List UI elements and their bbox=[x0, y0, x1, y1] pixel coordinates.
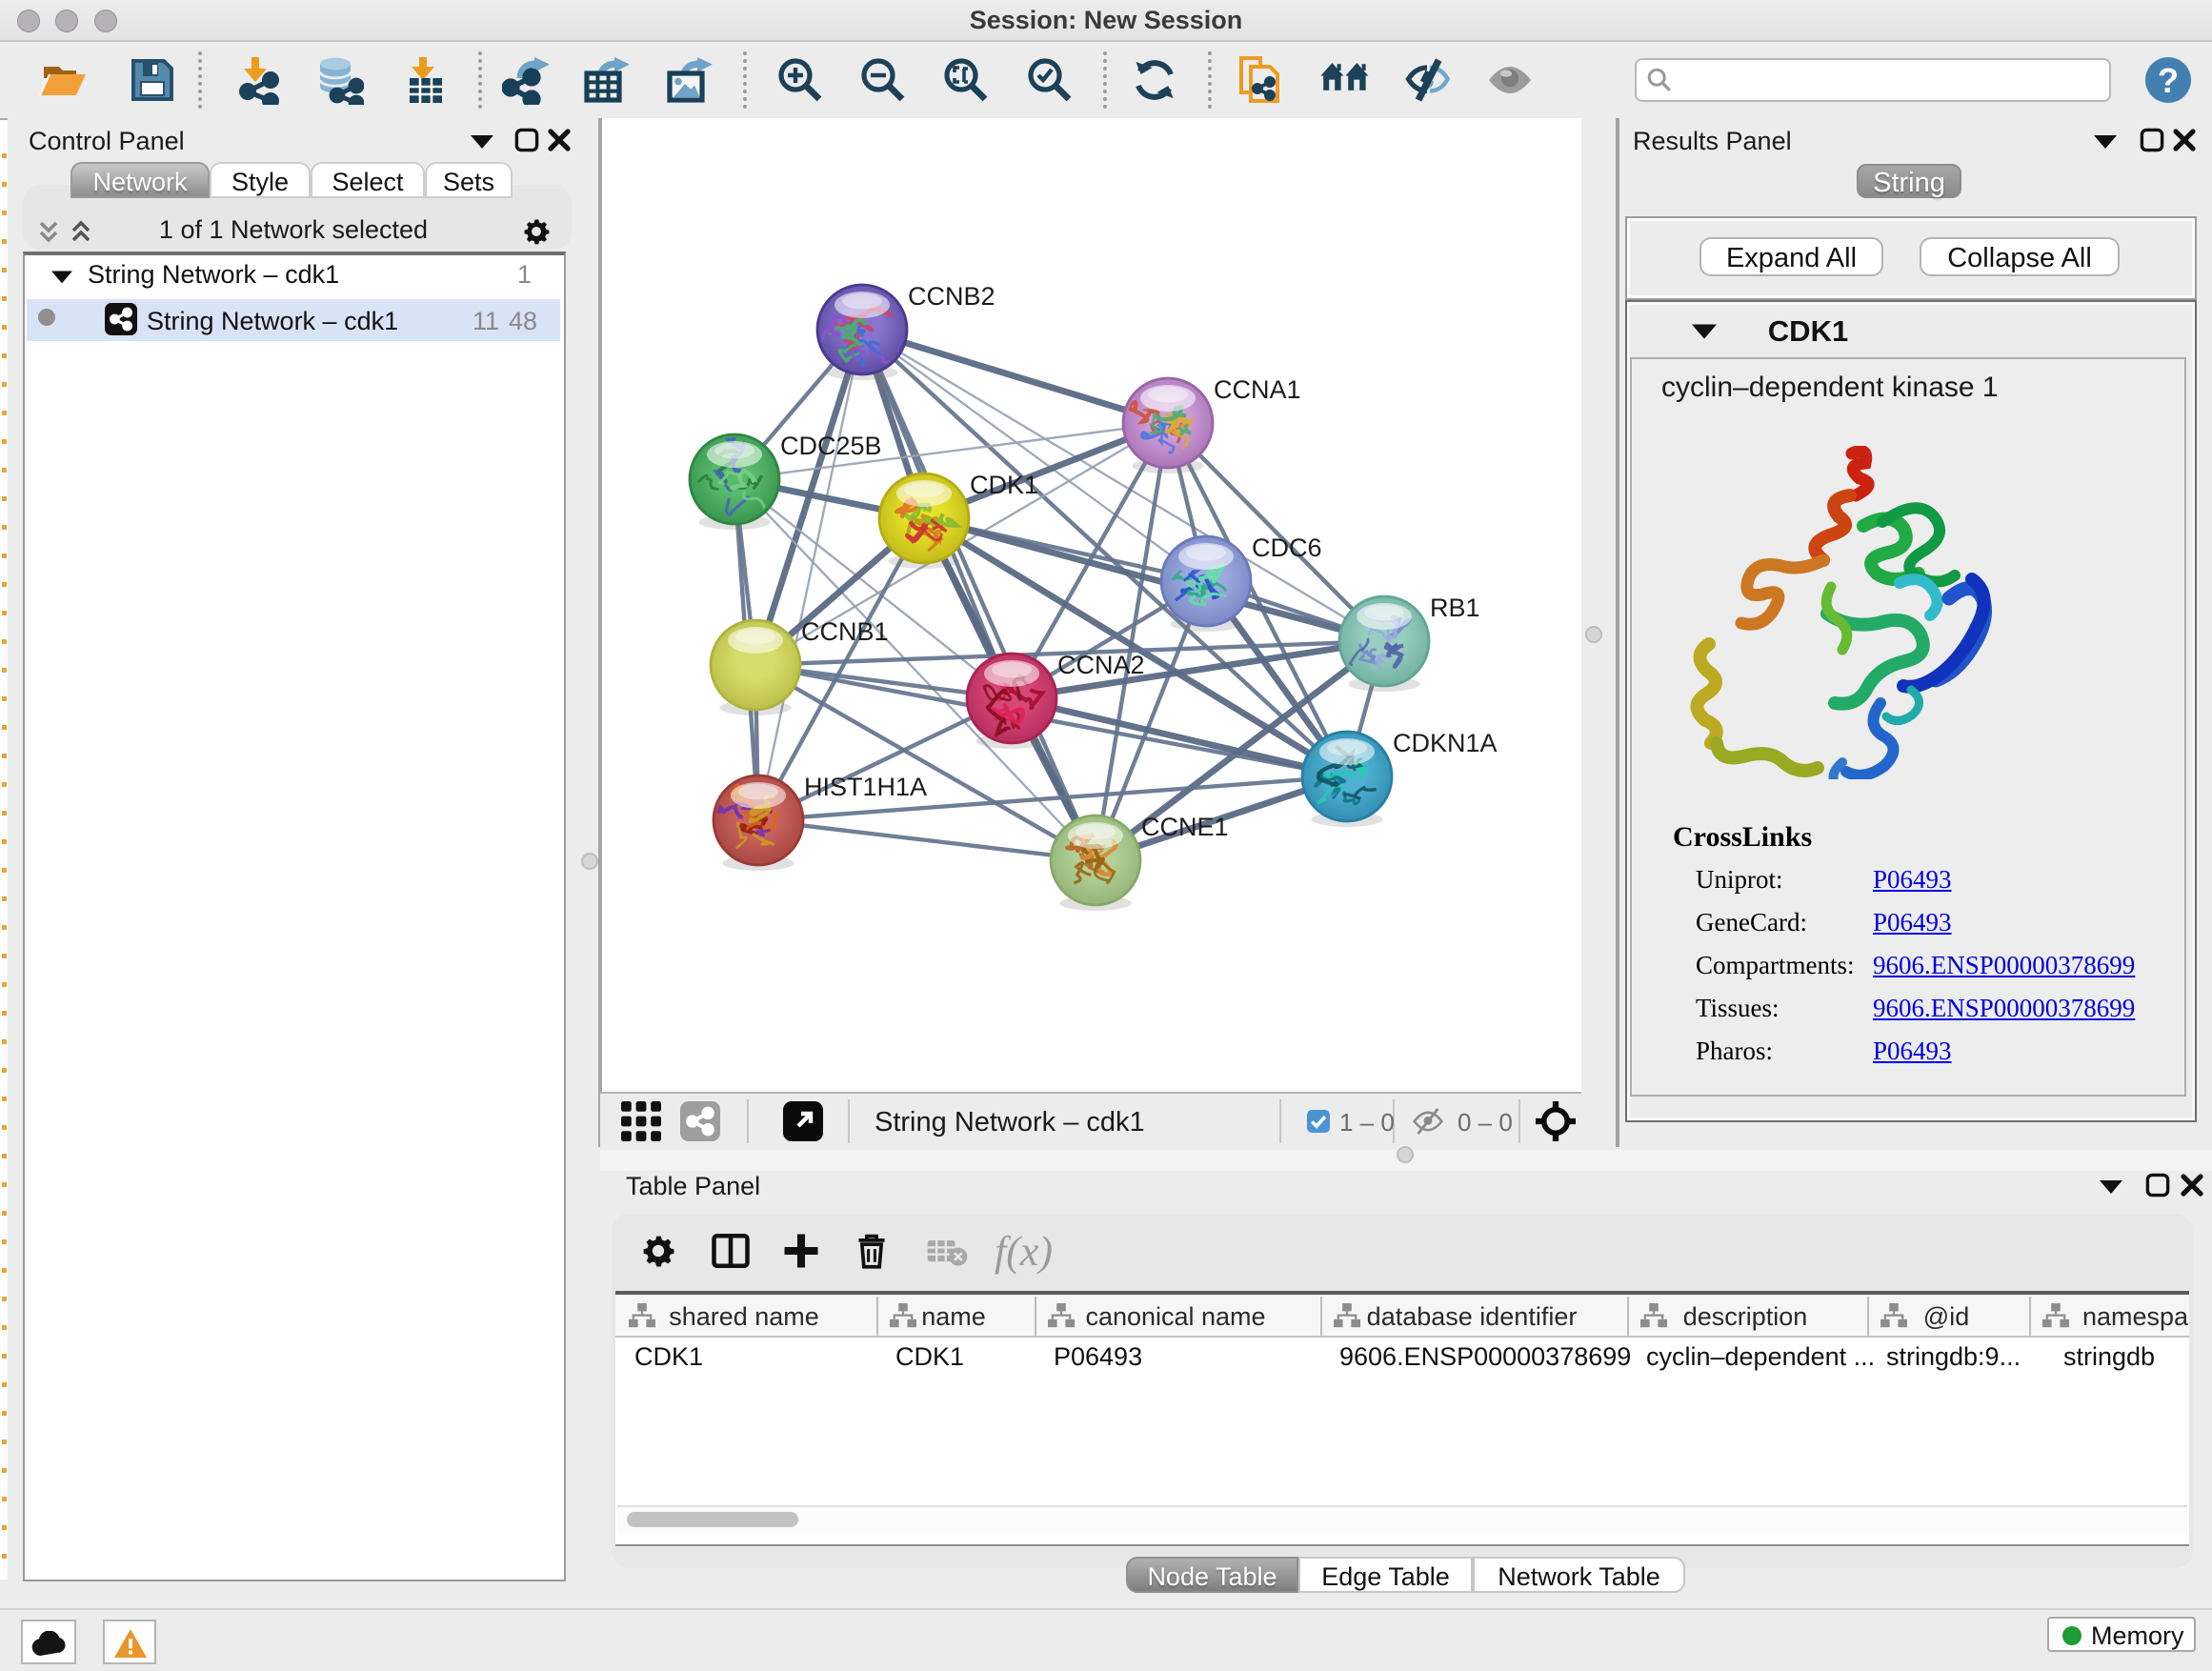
svg-text:CCNB1: CCNB1 bbox=[801, 617, 889, 646]
svg-text:?: ? bbox=[2158, 61, 2179, 100]
svg-text:CCNA2: CCNA2 bbox=[1057, 651, 1145, 679]
svg-text:CDKN1A: CDKN1A bbox=[1393, 729, 1498, 757]
svg-text:CCNB2: CCNB2 bbox=[908, 282, 995, 311]
svg-text:CCNE1: CCNE1 bbox=[1141, 813, 1229, 841]
svg-text:CDK1: CDK1 bbox=[970, 471, 1038, 499]
svg-text:CDC25B: CDC25B bbox=[780, 432, 882, 460]
svg-text:HIST1H1A: HIST1H1A bbox=[804, 773, 927, 801]
svg-text:CCNA1: CCNA1 bbox=[1214, 375, 1301, 404]
svg-text:CDC6: CDC6 bbox=[1252, 534, 1322, 562]
svg-text:RB1: RB1 bbox=[1430, 594, 1480, 622]
